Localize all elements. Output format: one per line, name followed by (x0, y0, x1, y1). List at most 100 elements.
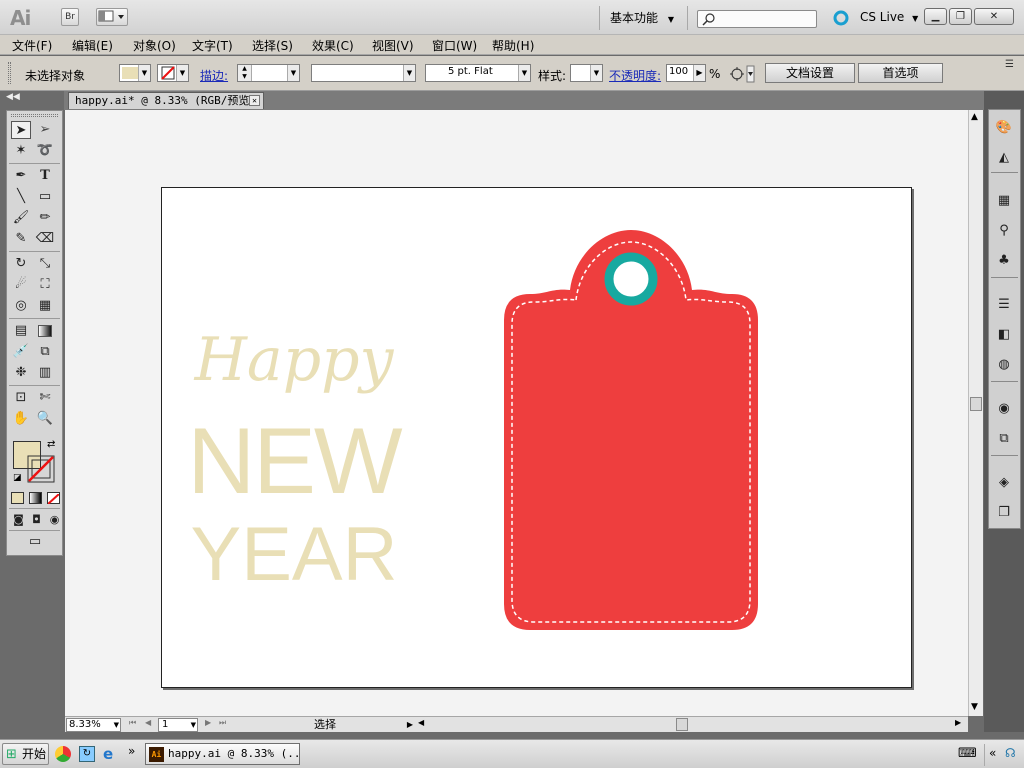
stroke-label[interactable]: 描边: (200, 67, 228, 84)
first-artboard-icon[interactable]: ⏮ (129, 718, 136, 728)
search-input[interactable] (697, 10, 817, 28)
gradient-mode-button[interactable] (29, 492, 42, 504)
menu-file[interactable]: 文件(F) (12, 37, 52, 54)
keyboard-icon[interactable]: ⌨ (958, 746, 977, 761)
appearance-icon[interactable]: ◉ (995, 401, 1013, 417)
bridge-button[interactable]: Br (61, 8, 79, 26)
artboard[interactable]: Happy NEW YEAR (161, 187, 912, 688)
menu-type[interactable]: 文字(T) (192, 37, 233, 54)
rectangle-tool[interactable]: ▭ (35, 188, 55, 206)
gradient-panel-icon[interactable]: ◧ (995, 327, 1013, 343)
stroke-panel-icon[interactable]: ☰ (995, 297, 1013, 313)
vertical-scroll-thumb[interactable] (970, 397, 982, 411)
transparency-icon[interactable]: ◍ (995, 357, 1013, 373)
workspace-switcher[interactable]: 基本功能 ▼ (610, 9, 674, 26)
rotate-tool[interactable]: ↻ (11, 255, 31, 273)
opacity-label[interactable]: 不透明度: (609, 67, 661, 84)
brushes-icon[interactable]: ⚲ (995, 223, 1013, 239)
color-guide-icon[interactable]: ◭ (995, 150, 1013, 166)
style-dropdown[interactable]: ▼ (570, 64, 603, 82)
previous-artboard-icon[interactable]: ◀ (145, 718, 151, 727)
collapse-tools-icon[interactable]: ◀◀ (6, 92, 20, 102)
mesh-tool[interactable]: ▤ (11, 322, 31, 340)
close-tab-icon[interactable]: ✕ (249, 95, 260, 106)
more-quicklaunch-icon[interactable]: » (128, 744, 135, 758)
last-artboard-icon[interactable]: ⏭ (219, 718, 226, 728)
fill-color-dropdown[interactable]: ▼ (119, 64, 151, 82)
zoom-tool[interactable]: 🔍 (35, 410, 55, 428)
default-colors-icon[interactable]: ◪ (13, 473, 22, 483)
scroll-up-icon[interactable]: ▲ (971, 112, 978, 122)
internet-explorer-icon[interactable]: e (103, 745, 113, 763)
perspective-grid-tool[interactable]: ▦ (35, 297, 55, 315)
selection-tool[interactable]: ➤ (11, 121, 31, 139)
draw-normal-button[interactable]: ◙ (11, 511, 26, 529)
menu-object[interactable]: 对象(O) (133, 37, 176, 54)
tools-gripper[interactable] (11, 114, 58, 117)
swatches-icon[interactable]: ▦ (995, 193, 1013, 209)
zoom-field[interactable]: 8.33% ▼ (66, 718, 121, 732)
document-tab[interactable]: happy.ai* @ 8.33% (RGB/预览) ✕ (68, 92, 264, 109)
blend-tool[interactable]: ⧉ (35, 343, 55, 361)
hand-tool[interactable]: ✋ (11, 410, 31, 428)
menu-view[interactable]: 视图(V) (372, 37, 414, 54)
panel-menu-icon[interactable]: ☰ (1005, 59, 1014, 70)
taskbar-illustrator-item[interactable]: Ai happy.ai @ 8.33% (... (145, 743, 300, 765)
none-mode-button[interactable] (47, 492, 60, 505)
variable-width-dropdown[interactable]: ▼ (311, 64, 416, 82)
minimize-button[interactable]: ▁ (924, 8, 947, 25)
scroll-right-icon[interactable]: ▶ (955, 718, 961, 727)
layers-icon[interactable]: ◈ (995, 475, 1013, 491)
artboards-icon[interactable]: ❐ (995, 505, 1013, 521)
shape-builder-tool[interactable]: ◎ (11, 297, 31, 315)
document-setup-button[interactable]: 文档设置 (765, 63, 855, 83)
blob-brush-tool[interactable]: ✎ (11, 230, 31, 248)
close-button[interactable]: ✕ (974, 8, 1014, 25)
color-panel-icon[interactable]: 🎨 (995, 120, 1013, 136)
paintbrush-tool[interactable]: 🖌 (11, 209, 31, 227)
type-tool[interactable]: T (35, 167, 55, 185)
free-transform-tool[interactable]: ⛶ (35, 276, 55, 294)
magic-wand-tool[interactable]: ✶ (11, 142, 31, 160)
symbol-sprayer-tool[interactable]: ❉ (11, 364, 31, 382)
graphic-styles-icon[interactable]: ⧉ (995, 431, 1013, 447)
stroke-swatch[interactable] (27, 455, 55, 483)
menu-edit[interactable]: 编辑(E) (72, 37, 113, 54)
recolor-artwork-button[interactable] (728, 65, 756, 83)
scale-tool[interactable]: ⤡ (35, 255, 55, 273)
show-hidden-icons[interactable]: « (989, 746, 996, 760)
refresh-icon[interactable]: ↻ (79, 746, 95, 762)
draw-inside-button[interactable]: ◉ (47, 511, 62, 529)
menu-effect[interactable]: 效果(C) (312, 37, 354, 54)
gradient-tool[interactable] (35, 322, 55, 340)
cslive-menu[interactable]: CS Live ▼ (860, 10, 918, 24)
status-menu[interactable]: 选择 ▶ (235, 718, 415, 732)
direct-selection-tool[interactable]: ➢ (35, 121, 55, 139)
stroke-weight-field[interactable]: ▲ ▼ ▼ (237, 64, 300, 82)
swap-fill-stroke-icon[interactable]: ⇄ (47, 439, 55, 450)
opacity-field[interactable]: 100 ▶ (666, 64, 706, 82)
chrome-icon[interactable] (55, 746, 71, 762)
line-segment-tool[interactable]: ╲ (11, 188, 31, 206)
lasso-tool[interactable]: ➰ (35, 142, 55, 160)
brush-definition-dropdown[interactable]: 5 pt. Flat ▼ (425, 64, 531, 82)
arrange-documents-button[interactable] (96, 8, 128, 26)
color-mode-button[interactable] (11, 492, 24, 504)
warp-tool[interactable]: ☄ (11, 276, 31, 294)
gripper[interactable] (8, 62, 11, 84)
pen-tool[interactable]: ✒ (11, 167, 31, 185)
pencil-tool[interactable]: ✏ (35, 209, 55, 227)
menu-help[interactable]: 帮助(H) (492, 37, 534, 54)
menu-window[interactable]: 窗口(W) (432, 37, 477, 54)
column-graph-tool[interactable]: ▥ (35, 364, 55, 382)
artboard-number-field[interactable]: 1 ▼ (158, 718, 198, 732)
horizontal-scroll-thumb[interactable] (676, 718, 688, 731)
stroke-weight-stepper[interactable]: ▲ ▼ (238, 65, 252, 81)
eyedropper-tool[interactable]: 💉 (11, 343, 31, 361)
eraser-tool[interactable]: ⌫ (35, 230, 55, 248)
vertical-scrollbar[interactable]: ▲ ▼ (968, 110, 983, 716)
artboard-tool[interactable]: ⊡ (11, 389, 31, 407)
restore-button[interactable]: ❐ (949, 8, 972, 25)
next-artboard-icon[interactable]: ▶ (205, 718, 211, 727)
preferences-button[interactable]: 首选项 (858, 63, 943, 83)
